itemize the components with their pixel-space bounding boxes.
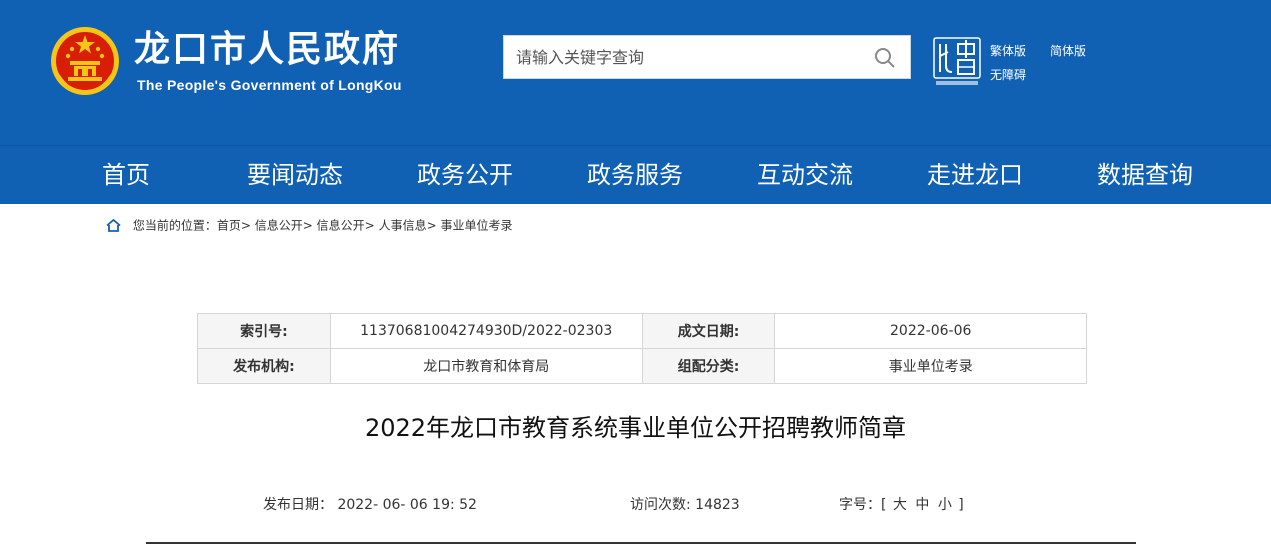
simplified-chinese-link[interactable]: 简体版 (1050, 42, 1086, 59)
font-size-small[interactable]: 小 (938, 497, 952, 513)
accessibility-link[interactable]: 无障碍 (990, 66, 1026, 83)
index-value: 11370681004274930D/2022-02303 (329, 313, 643, 349)
breadcrumb-prefix: 您当前的位置： (132, 218, 217, 233)
nav-item-news[interactable]: 要闻动态 (247, 146, 343, 204)
font-size-medium[interactable]: 中 (915, 497, 929, 513)
nav-item-gov-affairs[interactable]: 政务公开 (417, 146, 513, 204)
breadcrumb-home[interactable]: 首页 (217, 219, 241, 233)
publisher-label: 发布机构: (197, 348, 331, 384)
table-row: 发布机构: 龙口市教育和体育局 组配分类: 事业单位考录 (197, 348, 1087, 384)
nav-item-services[interactable]: 政务服务 (587, 146, 683, 204)
publish-date-label: 发布日期： (263, 497, 333, 513)
breadcrumb-info-disclosure[interactable]: 信息公开 (255, 219, 303, 233)
visit-count-label: 访问次数: (630, 497, 691, 513)
font-size-close: ] (958, 497, 964, 513)
main-nav: 首页 要闻动态 政务公开 政务服务 互动交流 走进龙口 数据查询 (0, 145, 1271, 204)
traditional-chinese-link[interactable]: 繁体版 (990, 42, 1026, 59)
site-subtitle: The People's Government of LongKou (137, 77, 402, 93)
nav-item-data-query[interactable]: 数据查询 (1097, 146, 1193, 204)
search-icon (875, 48, 895, 68)
nav-item-about-longkou[interactable]: 走进龙口 (927, 146, 1023, 204)
index-label: 索引号: (197, 313, 331, 349)
date-value: 2022-06-06 (774, 313, 1087, 349)
breadcrumb-recruitment[interactable]: 事业单位考录 (440, 219, 512, 233)
breadcrumb: 您当前的位置：首页> 信息公开> 信息公开> 人事信息> 事业单位考录 (106, 216, 512, 234)
breadcrumb-separator: > (240, 218, 251, 233)
breadcrumb-separator: > (426, 218, 437, 233)
category-value: 事业单位考录 (774, 348, 1087, 384)
yantai-china-logo-icon[interactable] (932, 36, 982, 88)
font-size-switcher: 字号：[ 大 中 小 ] (839, 494, 964, 514)
table-row: 索引号: 11370681004274930D/2022-02303 成文日期:… (197, 313, 1087, 349)
breadcrumb-separator: > (302, 218, 313, 233)
font-size-label: 字号：[ (839, 497, 887, 513)
header: 龙口市人民政府 The People's Government of LongK… (0, 0, 1271, 145)
font-size-large[interactable]: 大 (893, 497, 907, 513)
visit-count: 访问次数: 14823 (630, 494, 740, 514)
visit-count-value: 14823 (695, 497, 740, 513)
home-icon (106, 219, 121, 232)
publish-date-value: 2022- 06- 06 19: 52 (337, 497, 477, 513)
publisher-value: 龙口市教育和体育局 (329, 348, 643, 384)
publish-date: 发布日期： 2022- 06- 06 19: 52 (263, 494, 477, 514)
content-divider (146, 542, 1136, 544)
search-button[interactable] (860, 36, 910, 78)
article-title: 2022年龙口市教育系统事业单位公开招聘教师简章 (364, 414, 907, 442)
search-box (503, 35, 911, 79)
document-info-table: 索引号: 11370681004274930D/2022-02303 成文日期:… (197, 313, 1087, 384)
national-emblem-icon[interactable] (50, 25, 120, 97)
breadcrumb-info-disclosure-2[interactable]: 信息公开 (317, 219, 365, 233)
breadcrumb-personnel-info[interactable]: 人事信息 (379, 219, 427, 233)
date-label: 成文日期: (641, 313, 776, 349)
nav-item-home[interactable]: 首页 (102, 146, 150, 204)
nav-item-interaction[interactable]: 互动交流 (757, 146, 853, 204)
category-label: 组配分类: (641, 348, 776, 384)
breadcrumb-separator: > (364, 218, 375, 233)
search-input[interactable] (504, 36, 878, 78)
site-title[interactable]: 龙口市人民政府 (134, 32, 400, 68)
